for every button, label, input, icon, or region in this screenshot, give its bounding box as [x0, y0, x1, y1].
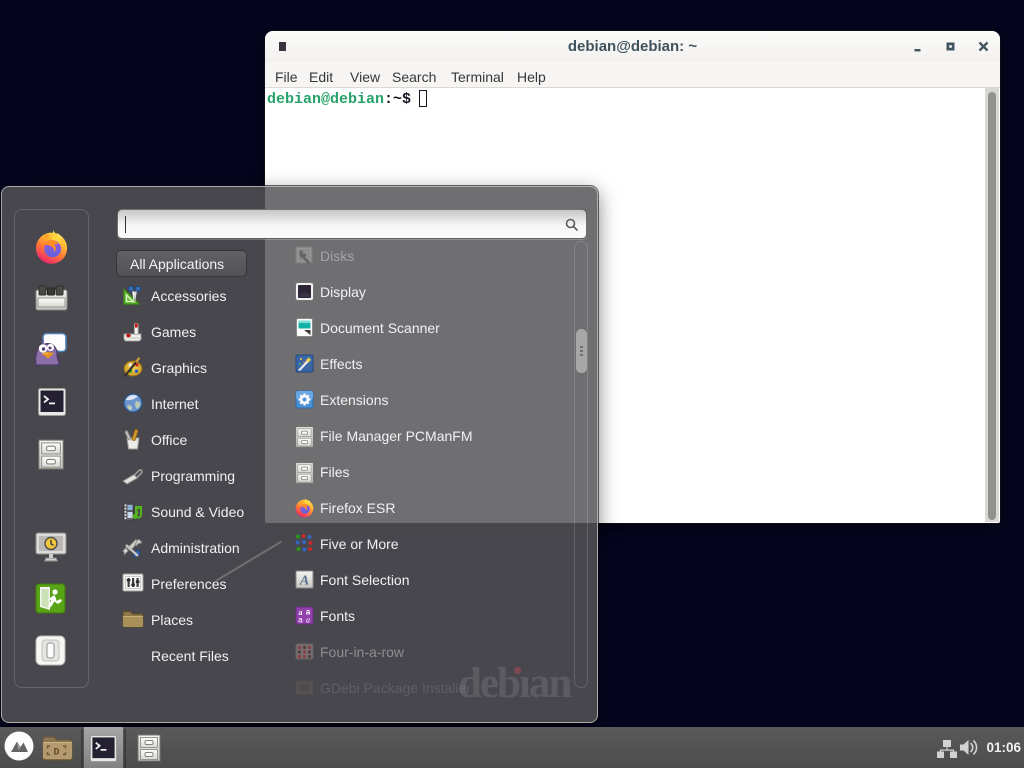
- svg-text:A: A: [299, 574, 309, 589]
- svg-text:a: a: [298, 616, 303, 625]
- svg-text:D: D: [53, 748, 59, 759]
- svg-text:a: a: [306, 616, 310, 625]
